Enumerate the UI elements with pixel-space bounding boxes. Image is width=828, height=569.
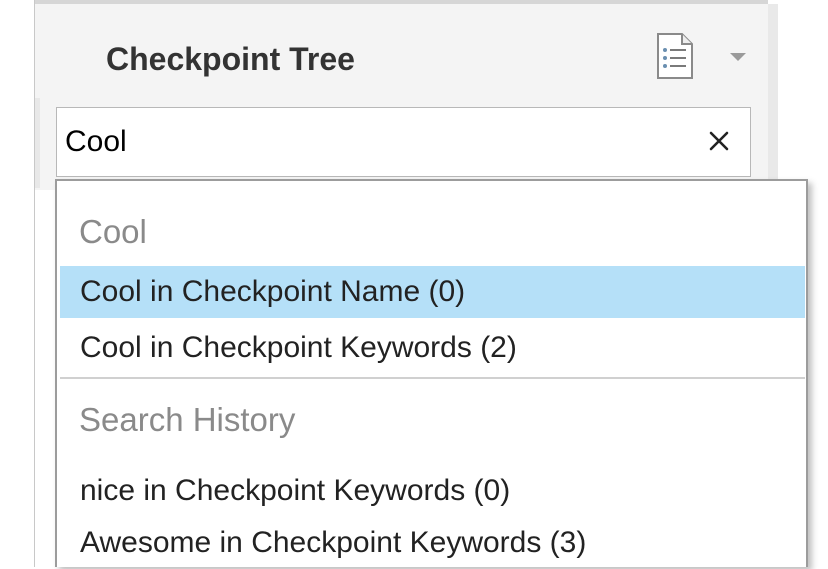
group-separator [60, 377, 805, 379]
panel-title: Checkpoint Tree [106, 41, 355, 77]
search-input[interactable] [65, 108, 685, 176]
panel-divider [35, 98, 40, 188]
panel-scroll-edge [768, 4, 778, 184]
history-item-awesome[interactable]: Awesome in Checkpoint Keywords (3) [60, 517, 805, 569]
suggestion-item-checkpoint-name[interactable]: Cool in Checkpoint Name (0) [60, 266, 805, 318]
suggestion-item-checkpoint-keywords[interactable]: Cool in Checkpoint Keywords (2) [60, 322, 805, 374]
chevron-down-icon[interactable] [727, 50, 749, 64]
close-icon[interactable] [706, 128, 732, 154]
history-item-nice[interactable]: nice in Checkpoint Keywords (0) [60, 465, 805, 517]
suggestion-group-header: Cool [79, 213, 147, 250]
document-list-icon[interactable] [656, 32, 694, 80]
search-suggestions-dropdown: Cool Cool in Checkpoint Name (0) Cool in… [55, 179, 808, 567]
history-group-header: Search History [79, 401, 296, 438]
left-gutter [0, 0, 35, 567]
search-box [56, 107, 751, 177]
